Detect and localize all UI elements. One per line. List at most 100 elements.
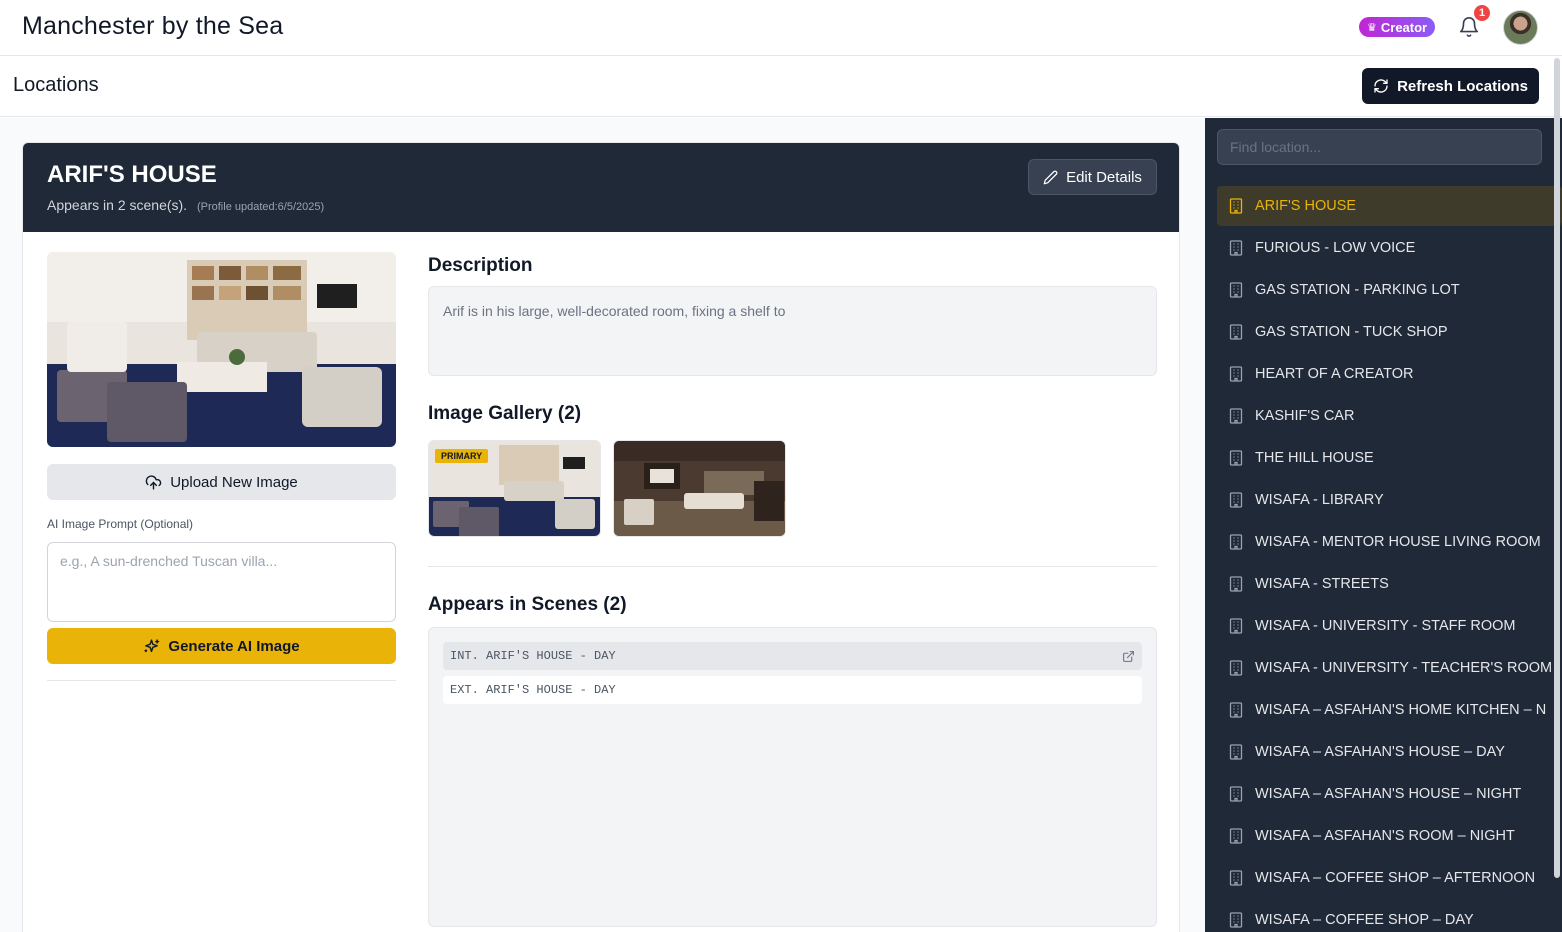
refresh-locations-label: Refresh Locations	[1397, 77, 1528, 95]
find-location-input[interactable]	[1217, 129, 1542, 165]
sidebar-location-label: GAS STATION - TUCK SHOP	[1255, 324, 1448, 340]
gallery-image-lounge	[614, 441, 785, 536]
page-header: Locations Refresh Locations	[0, 56, 1562, 117]
sidebar-location-item[interactable]: WISAFA - UNIVERSITY - STAFF ROOM	[1217, 606, 1562, 646]
sidebar-location-item[interactable]: FURIOUS - LOW VOICE	[1217, 228, 1562, 268]
building-icon	[1229, 408, 1243, 424]
sidebar-location-item[interactable]: WISAFA - MENTOR HOUSE LIVING ROOM	[1217, 522, 1562, 562]
locations-list: ARIF'S HOUSE FURIOUS - LOW VOICE GAS STATI…	[1217, 186, 1562, 932]
generate-ai-image-button[interactable]: Generate AI Image	[47, 628, 396, 664]
sidebar-location-item[interactable]: WISAFA – COFFEE SHOP – AFTERNOON	[1217, 858, 1562, 898]
sidebar-location-item[interactable]: WISAFA - STREETS	[1217, 564, 1562, 604]
cloud-upload-icon	[145, 474, 162, 490]
sidebar-location-label: WISAFA - MENTOR HOUSE LIVING ROOM	[1255, 534, 1541, 550]
ai-prompt-input[interactable]	[47, 542, 396, 622]
scene-heading: INT. ARIF'S HOUSE - DAY	[450, 649, 616, 663]
sidebar-location-item[interactable]: GAS STATION - PARKING LOT	[1217, 270, 1562, 310]
crown-icon: ♛	[1367, 21, 1377, 34]
page-title: Locations	[13, 74, 99, 96]
building-icon	[1229, 828, 1243, 844]
edit-details-label: Edit Details	[1066, 168, 1142, 186]
gallery-thumbnail[interactable]	[613, 440, 786, 537]
scene-heading: EXT. ARIF'S HOUSE - DAY	[450, 683, 616, 697]
refresh-icon	[1374, 79, 1388, 93]
refresh-locations-button[interactable]: Refresh Locations	[1362, 68, 1539, 104]
sidebar-location-label: THE HILL HOUSE	[1255, 450, 1374, 466]
sidebar-location-label: HEART OF A CREATOR	[1255, 366, 1414, 382]
living-room-illustration	[47, 252, 396, 447]
sidebar-location-label: WISAFA – ASFAHAN'S HOUSE – NIGHT	[1255, 786, 1522, 802]
sidebar-location-item[interactable]: KASHIF'S CAR	[1217, 396, 1562, 436]
building-icon	[1229, 702, 1243, 718]
sidebar-location-item[interactable]: WISAFA – ASFAHAN'S HOUSE – NIGHT	[1217, 774, 1562, 814]
notification-count-badge: 1	[1474, 5, 1490, 21]
appears-summary: Appears in 2 scene(s). (Profile updated:…	[47, 197, 324, 213]
sidebar-location-label: FURIOUS - LOW VOICE	[1255, 240, 1416, 256]
sidebar-location-label: WISAFA – COFFEE SHOP – AFTERNOON	[1255, 870, 1536, 886]
divider	[428, 566, 1157, 567]
sidebar-location-label: WISAFA - LIBRARY	[1255, 492, 1384, 508]
description-text[interactable]: Arif is in his large, well-decorated roo…	[428, 286, 1157, 376]
pencil-icon	[1043, 170, 1058, 184]
image-gallery-heading: Image Gallery (2)	[428, 403, 582, 424]
generate-ai-image-label: Generate AI Image	[168, 637, 300, 655]
upload-new-image-label: Upload New Image	[170, 473, 298, 491]
scene-item[interactable]: EXT. ARIF'S HOUSE - DAY	[443, 676, 1142, 704]
sidebar-location-label: GAS STATION - PARKING LOT	[1255, 282, 1460, 298]
primary-tag: PRIMARY	[435, 449, 489, 463]
sidebar-location-label: KASHIF'S CAR	[1255, 408, 1355, 424]
locations-sidebar: ARIF'S HOUSE FURIOUS - LOW VOICE GAS STATI…	[1205, 118, 1562, 932]
sidebar-location-item[interactable]: GAS STATION - TUCK SHOP	[1217, 312, 1562, 352]
appears-in-scenes-heading: Appears in Scenes (2)	[428, 594, 627, 615]
external-link-icon[interactable]	[1122, 650, 1135, 663]
page-scrollbar[interactable]	[1554, 58, 1560, 878]
edit-details-button[interactable]: Edit Details	[1028, 159, 1157, 195]
sidebar-location-item[interactable]: WISAFA – ASFAHAN'S ROOM – NIGHT	[1217, 816, 1562, 856]
sidebar-location-item[interactable]: THE HILL HOUSE	[1217, 438, 1562, 478]
sparkles-icon	[144, 638, 160, 652]
creator-badge-label: Creator	[1380, 19, 1428, 35]
sidebar-location-item[interactable]: WISAFA – COFFEE SHOP – DAY	[1217, 900, 1562, 932]
ai-prompt-label: AI Image Prompt (Optional)	[47, 517, 194, 531]
building-icon	[1229, 618, 1243, 634]
sidebar-location-item[interactable]: WISAFA – ASFAHAN'S HOUSE – DAY	[1217, 732, 1562, 772]
sidebar-location-item[interactable]: ARIF'S HOUSE	[1217, 186, 1562, 226]
building-icon	[1229, 870, 1243, 886]
scenes-list: INT. ARIF'S HOUSE - DAY EXT. ARIF'S HOUS…	[428, 627, 1157, 927]
building-icon	[1229, 450, 1243, 466]
building-icon	[1229, 744, 1243, 760]
sidebar-location-label: WISAFA – ASFAHAN'S HOUSE – DAY	[1255, 744, 1505, 760]
building-icon	[1229, 534, 1243, 550]
building-icon	[1229, 324, 1243, 340]
location-name: ARIF'S HOUSE	[47, 161, 217, 188]
sidebar-location-item[interactable]: WISAFA - UNIVERSITY - TEACHER'S ROOM	[1217, 648, 1562, 688]
building-icon	[1229, 576, 1243, 592]
building-icon	[1229, 492, 1243, 508]
sidebar-location-label: WISAFA - UNIVERSITY - TEACHER'S ROOM	[1255, 660, 1553, 676]
building-icon	[1229, 660, 1243, 676]
top-bar: Manchester by the Sea ♛ Creator 1	[0, 0, 1562, 56]
location-card-header: ARIF'S HOUSE Appears in 2 scene(s). (Pro…	[23, 143, 1179, 232]
sidebar-location-item[interactable]: WISAFA – ASFAHAN'S HOME KITCHEN – N	[1217, 690, 1562, 730]
sidebar-location-label: WISAFA – COFFEE SHOP – DAY	[1255, 912, 1474, 928]
sidebar-location-item[interactable]: WISAFA - LIBRARY	[1217, 480, 1562, 520]
description-heading: Description	[428, 255, 533, 276]
sidebar-location-label: WISAFA – ASFAHAN'S ROOM – NIGHT	[1255, 828, 1515, 844]
location-card: ARIF'S HOUSE Appears in 2 scene(s). (Pro…	[22, 142, 1180, 932]
sidebar-location-item[interactable]: HEART OF A CREATOR	[1217, 354, 1562, 394]
building-icon	[1229, 198, 1243, 214]
creator-badge[interactable]: ♛ Creator	[1359, 17, 1436, 37]
app-title: Manchester by the Sea	[22, 12, 284, 40]
user-avatar[interactable]	[1503, 10, 1538, 45]
sidebar-location-label: WISAFA - STREETS	[1255, 576, 1389, 592]
main-content: ARIF'S HOUSE Appears in 2 scene(s). (Pro…	[0, 118, 1205, 932]
sidebar-location-label: WISAFA – ASFAHAN'S HOME KITCHEN – N	[1255, 702, 1547, 718]
sidebar-location-label: ARIF'S HOUSE	[1255, 198, 1357, 214]
upload-new-image-button[interactable]: Upload New Image	[47, 464, 396, 500]
profile-updated-text: (Profile updated:6/5/2025)	[196, 201, 325, 213]
scene-item[interactable]: INT. ARIF'S HOUSE - DAY	[443, 642, 1142, 670]
appears-count-text: Appears in 2 scene(s).	[47, 197, 188, 213]
primary-location-image[interactable]	[47, 252, 396, 447]
gallery-thumbnail-primary[interactable]: PRIMARY	[428, 440, 601, 537]
divider	[47, 680, 396, 681]
